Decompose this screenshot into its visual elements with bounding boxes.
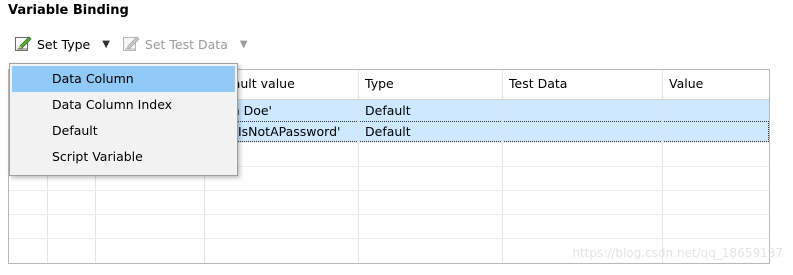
- set-test-data-dropdown-arrow[interactable]: ▼: [240, 39, 248, 50]
- menu-item-data-column-index[interactable]: Data Column Index: [12, 92, 235, 118]
- set-test-data-label: Set Test Data: [144, 36, 228, 52]
- column-header-test-data[interactable]: Test Data: [503, 70, 567, 98]
- cell-type[interactable]: Default: [361, 100, 501, 121]
- edit-icon-disabled: [122, 34, 140, 55]
- set-type-button[interactable]: Set Type: [14, 34, 90, 55]
- column-header-value[interactable]: Value: [663, 70, 703, 98]
- watermark: https://blog.csdn.net/qq_18659137: [572, 246, 783, 260]
- menu-item-script-variable[interactable]: Script Variable: [12, 144, 235, 170]
- column-header-type[interactable]: Type: [359, 70, 394, 98]
- set-type-dropdown-arrow[interactable]: ▼: [102, 39, 110, 50]
- cell-type[interactable]: Default: [361, 121, 501, 142]
- toolbar: Set Type ▼ Set Test Data ▼: [14, 34, 248, 54]
- panel-title: Variable Binding: [8, 3, 129, 18]
- set-type-label: Set Type: [37, 36, 91, 52]
- set-test-data-button[interactable]: Set Test Data: [122, 34, 228, 55]
- edit-icon: [14, 34, 32, 55]
- set-type-dropdown-menu: Data Column Data Column Index Default Sc…: [9, 63, 238, 176]
- menu-item-data-column[interactable]: Data Column: [12, 66, 235, 92]
- menu-item-default[interactable]: Default: [12, 118, 235, 144]
